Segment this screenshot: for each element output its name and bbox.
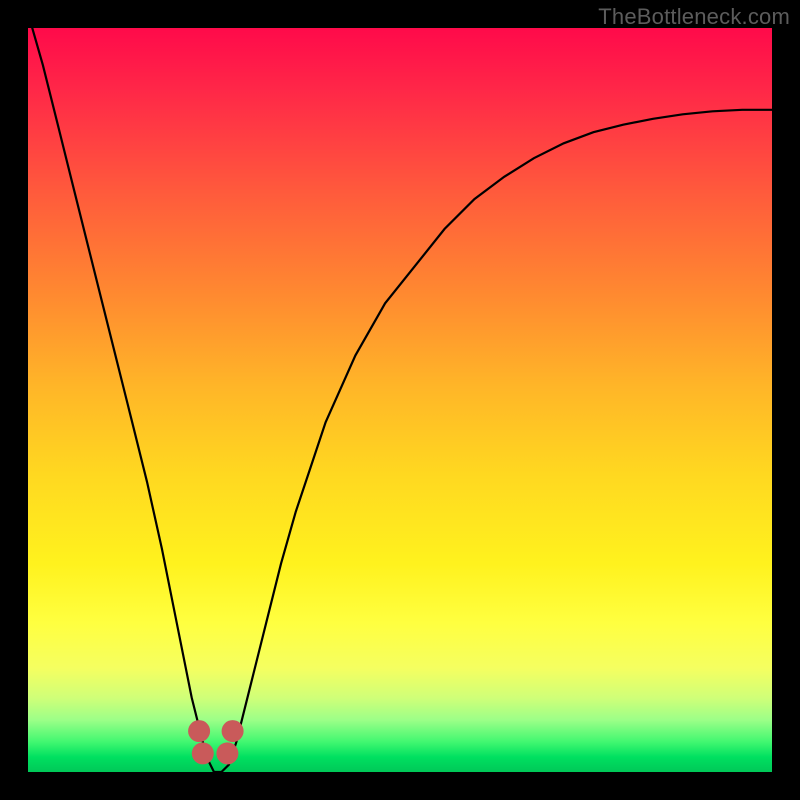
chart-area <box>28 28 772 772</box>
bottleneck-curve-path <box>28 28 772 772</box>
bottleneck-curve-svg <box>28 28 772 772</box>
watermark-text: TheBottleneck.com <box>598 4 790 30</box>
curve-marker <box>222 720 244 742</box>
curve-marker <box>192 742 214 764</box>
curve-marker <box>216 742 238 764</box>
curve-marker <box>188 720 210 742</box>
